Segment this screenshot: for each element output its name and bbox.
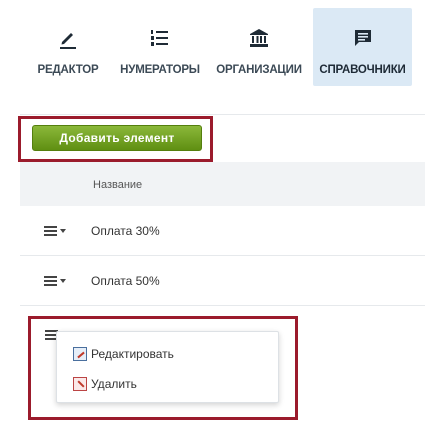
tab-label: НУМЕРАТОРЫ [120,64,200,76]
tab-label: РЕДАКТОР [37,64,99,76]
row-label: Оплата 50% [91,274,160,288]
tab-organizations[interactable]: ОРГАНИЗАЦИИ [205,8,313,86]
menu-item-edit[interactable]: Редактировать [73,345,174,363]
delete-icon [73,377,87,391]
tab-label: СПРАВОЧНИКИ [319,64,406,76]
caret-down-icon [60,279,66,283]
table-row[interactable]: Оплата 50% [20,256,425,306]
tab-numerators[interactable]: НУМЕРАТОРЫ [118,8,202,86]
numbered-list-icon [148,26,172,50]
hamburger-icon [44,226,57,236]
menu-item-label: Удалить [91,377,137,391]
bank-icon [247,26,271,50]
hamburger-icon [44,276,57,286]
comment-icon [351,26,375,50]
menu-item-label: Редактировать [91,347,174,361]
column-header-name: Название [93,179,143,191]
row-menu-toggle[interactable] [44,274,72,288]
top-tab-bar: РЕДАКТОР НУМЕРАТОРЫ ОРГАНИЗАЦИИ СПРАВОЧН… [0,0,425,92]
tab-editor[interactable]: РЕДАКТОР [18,8,118,86]
menu-item-delete[interactable]: Удалить [73,375,137,393]
edit-icon [73,347,87,361]
tab-label: ОРГАНИЗАЦИИ [216,64,302,76]
table-row[interactable]: Оплата 30% [20,206,425,256]
row-label: Оплата 30% [91,224,160,238]
caret-down-icon [60,229,66,233]
row-menu-toggle[interactable] [44,224,72,238]
add-element-button[interactable]: Добавить элемент [32,125,202,151]
tab-directories[interactable]: СПРАВОЧНИКИ [313,8,412,86]
row-context-menu: Редактировать Удалить [56,331,279,403]
pencil-icon [56,26,80,50]
table-header: Название [20,162,425,206]
